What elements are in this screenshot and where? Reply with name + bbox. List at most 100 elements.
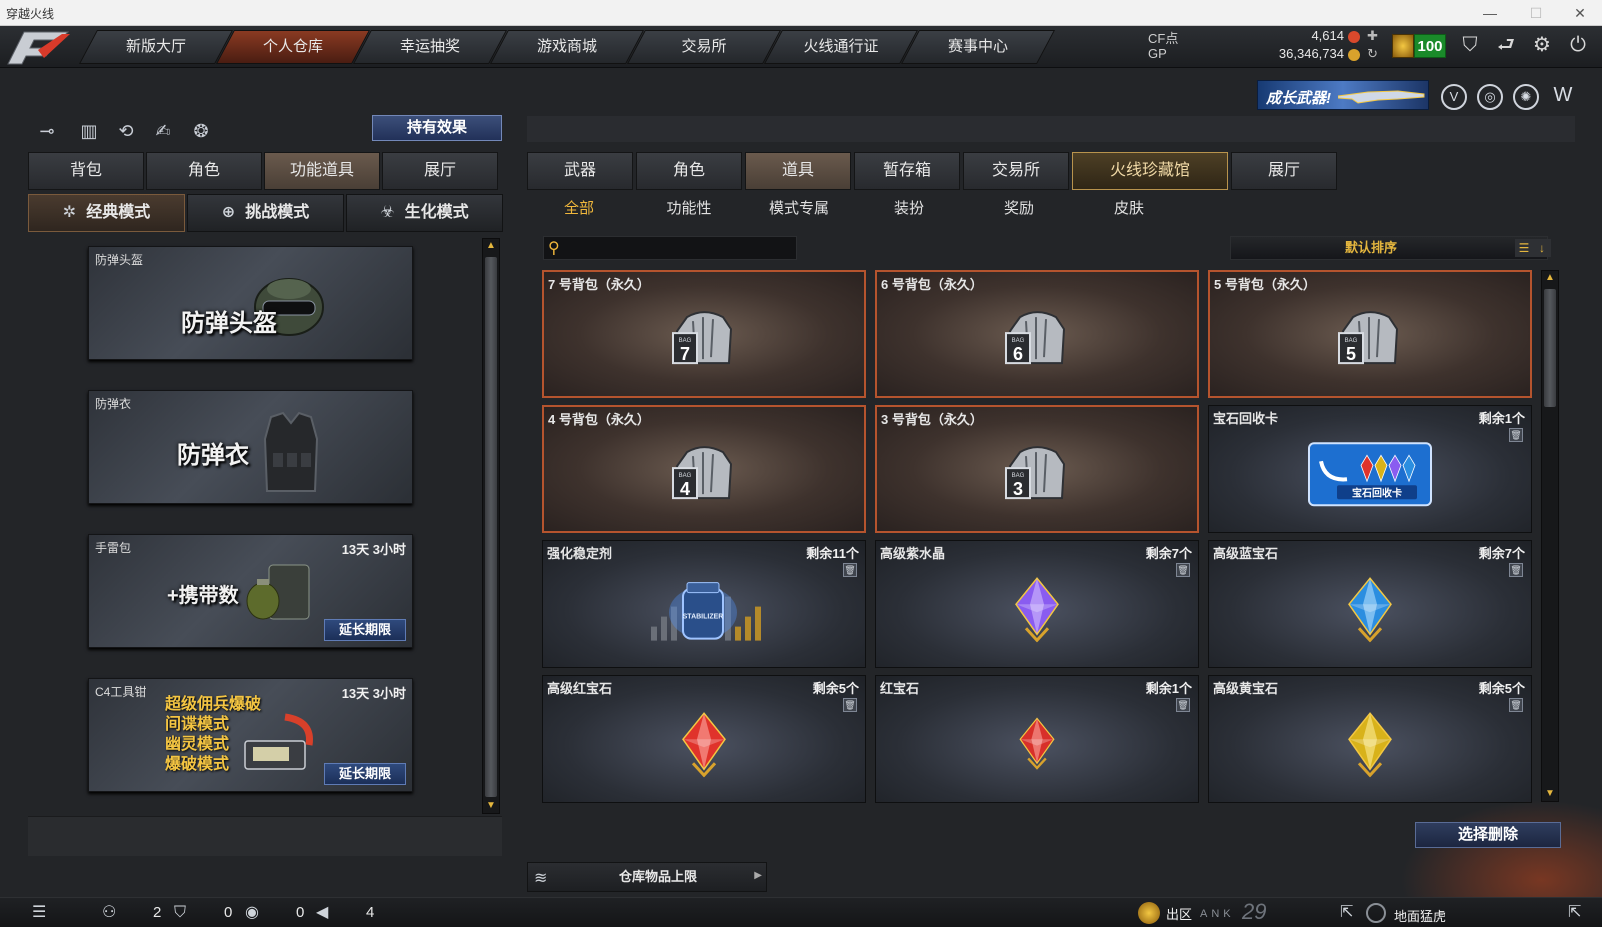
mode-tab[interactable]: ✲ 经典模式 [28, 194, 185, 232]
chat-icon[interactable]: ◉ [245, 902, 259, 924]
inventory-item-card[interactable]: 强化稳定剂 剩余11个 🗑 STABILIZER [542, 540, 866, 668]
mode-tab[interactable]: ☣ 生化模式 [346, 194, 503, 232]
left-tab[interactable]: 角色 [146, 152, 262, 190]
storage-capacity-bar[interactable]: ≋ 仓库物品上限 ▶ [527, 862, 767, 892]
left-tab[interactable]: 背包 [28, 152, 144, 190]
refresh-icon[interactable]: ↻ [1367, 46, 1378, 62]
sort-down-icon[interactable]: ↓ [1533, 239, 1551, 257]
trash-icon[interactable]: 🗑 [1509, 428, 1523, 442]
gear-icon[interactable]: ⚙ [1527, 30, 1557, 60]
left-footer-strip [28, 816, 502, 856]
power-icon[interactable]: ⏻ [1563, 30, 1593, 60]
select-delete-button[interactable]: 选择删除 [1415, 822, 1561, 848]
trash-icon[interactable]: 🗑 [1176, 563, 1190, 577]
minimize-button[interactable]: — [1470, 3, 1510, 23]
sort-dropdown[interactable]: 默认排序 ☰ ↓ [1230, 236, 1551, 260]
external-link-icon[interactable]: ⇱ [1568, 902, 1581, 924]
trash-icon[interactable]: 🗑 [1176, 698, 1190, 712]
menu-list-icon[interactable]: ☰ [32, 902, 46, 924]
category-tab[interactable]: 暂存箱 [854, 152, 960, 190]
hold-effect-button[interactable]: 持有效果 [372, 115, 502, 141]
trash-icon[interactable]: 🗑 [1509, 563, 1523, 577]
growth-weapon-banner[interactable]: 成长武器! [1257, 80, 1429, 110]
extend-button[interactable]: 延长期限 [324, 763, 406, 785]
filter-subtab[interactable]: 奖励 [964, 196, 1074, 222]
list-view-icon[interactable]: ☰ [1515, 239, 1533, 257]
left-scrollbar[interactable]: ▲ ▼ [482, 238, 500, 814]
item-count: 剩余7个 [1478, 546, 1525, 561]
return-icon[interactable]: ⮐ [1491, 30, 1521, 60]
person-icon[interactable]: ✍ [150, 118, 176, 144]
item-card-helmet[interactable]: 防弹头盔 防弹头盔 [88, 246, 413, 360]
shield-icon[interactable]: ⛉ [1455, 30, 1485, 60]
item-card-c4-pliers[interactable]: C4工具钳 13天 3小时 超级佣兵爆破 间谍模式 幽灵模式 爆破模式 延长期限 [88, 678, 413, 792]
nav-tab[interactable]: 个人仓库 [215, 30, 371, 64]
region-label: 出区 [1166, 907, 1193, 922]
filter-subtab[interactable]: 模式专属 [744, 196, 854, 222]
cf-logo[interactable] [4, 28, 74, 68]
category-tab[interactable]: 角色 [636, 152, 742, 190]
nav-tab[interactable]: 游戏商城 [489, 30, 645, 64]
right-scroll-thumb[interactable] [1544, 289, 1556, 407]
close-button[interactable]: ✕ [1560, 3, 1600, 23]
inventory-item-card[interactable]: 宝石回收卡 剩余1个 🗑 宝石回收卡 [1208, 405, 1532, 533]
inventory-item-card[interactable]: 高级红宝石 剩余5个 🗑 [542, 675, 866, 803]
inventory-item-card[interactable]: 7 号背包（永久） BAG 7 [542, 270, 866, 398]
item-card-grenade-pack[interactable]: 手雷包 13天 3小时 +携带数 延长期限 [88, 534, 413, 648]
extend-button[interactable]: 延长期限 [324, 619, 406, 641]
nav-tab[interactable]: 火线通行证 [763, 30, 919, 64]
nav-tab-label: 交易所 [681, 38, 727, 55]
sunburst-icon[interactable]: ✺ [1513, 84, 1539, 110]
mode-tab[interactable]: ⊕ 挑战模式 [187, 194, 344, 232]
trash-icon[interactable]: 🗑 [1509, 698, 1523, 712]
scroll-down-arrow-icon[interactable]: ▼ [1542, 787, 1558, 801]
trash-icon[interactable]: 🗑 [843, 698, 857, 712]
nav-tab[interactable]: 赛事中心 [900, 30, 1056, 64]
expand-arrow-icon[interactable]: ▶ [754, 870, 762, 881]
filter-subtab[interactable]: 全部 [524, 196, 634, 222]
category-tab[interactable]: 道具 [745, 152, 851, 190]
v-badge-icon[interactable]: V [1441, 84, 1467, 110]
category-tab[interactable]: 火线珍藏馆 [1072, 152, 1228, 190]
history-icon[interactable]: ⟲ [113, 118, 139, 144]
left-scroll-thumb[interactable] [485, 257, 497, 797]
inventory-item-card[interactable]: 红宝石 剩余1个 🗑 [875, 675, 1199, 803]
inventory-item-card[interactable]: 3 号背包（永久） BAG 3 [875, 405, 1199, 533]
category-tab[interactable]: 武器 [527, 152, 633, 190]
left-tab[interactable]: 展厅 [382, 152, 498, 190]
external-link-icon[interactable]: ⇱ [1340, 902, 1353, 924]
item-card-vest[interactable]: 防弹衣 防弹衣 [88, 390, 413, 504]
maximize-button[interactable]: ☐ [1516, 3, 1556, 23]
inventory-item-card[interactable]: 4 号背包（永久） BAG 4 [542, 405, 866, 533]
speaker-icon[interactable]: ◀ [316, 902, 328, 924]
clan-shield-icon[interactable]: ⛉ [174, 902, 186, 924]
bars-icon[interactable]: ▥ [76, 118, 102, 144]
filter-subtab[interactable]: 功能性 [634, 196, 744, 222]
globe-icon[interactable]: ◎ [1477, 84, 1503, 110]
inventory-item-card[interactable]: 5 号背包（永久） BAG 5 [1208, 270, 1532, 398]
search-box[interactable]: ⚲ [543, 236, 797, 260]
filter-subtab[interactable]: 装扮 [854, 196, 964, 222]
scroll-up-arrow-icon[interactable]: ▲ [1542, 271, 1558, 285]
trash-icon[interactable]: 🗑 [843, 563, 857, 577]
key-icon[interactable]: ⊸ [34, 118, 60, 144]
nav-tab[interactable]: 新版大厅 [78, 30, 234, 64]
inventory-item-card[interactable]: 高级黄宝石 剩余5个 🗑 [1208, 675, 1532, 803]
scroll-up-arrow-icon[interactable]: ▲ [483, 239, 499, 253]
nav-tab[interactable]: 幸运抽奖 [352, 30, 508, 64]
inventory-item-card[interactable]: 高级紫水晶 剩余7个 🗑 [875, 540, 1199, 668]
left-tab[interactable]: 功能道具 [264, 152, 380, 190]
category-tab[interactable]: 展厅 [1231, 152, 1337, 190]
category-tab[interactable]: 交易所 [963, 152, 1069, 190]
nav-tab[interactable]: 交易所 [626, 30, 782, 64]
wings-icon[interactable]: W [1550, 84, 1576, 110]
scroll-down-arrow-icon[interactable]: ▼ [483, 799, 499, 813]
add-cf-icon[interactable]: ✚ [1367, 28, 1378, 44]
friends-icon[interactable]: ⚇ [102, 902, 116, 924]
right-scrollbar[interactable]: ▲ ▼ [1541, 270, 1559, 802]
search-input[interactable] [570, 239, 792, 257]
grenade-icon[interactable]: ❂ [188, 118, 214, 144]
inventory-item-card[interactable]: 高级蓝宝石 剩余7个 🗑 [1208, 540, 1532, 668]
inventory-item-card[interactable]: 6 号背包（永久） BAG 6 [875, 270, 1199, 398]
filter-subtab[interactable]: 皮肤 [1074, 196, 1184, 222]
